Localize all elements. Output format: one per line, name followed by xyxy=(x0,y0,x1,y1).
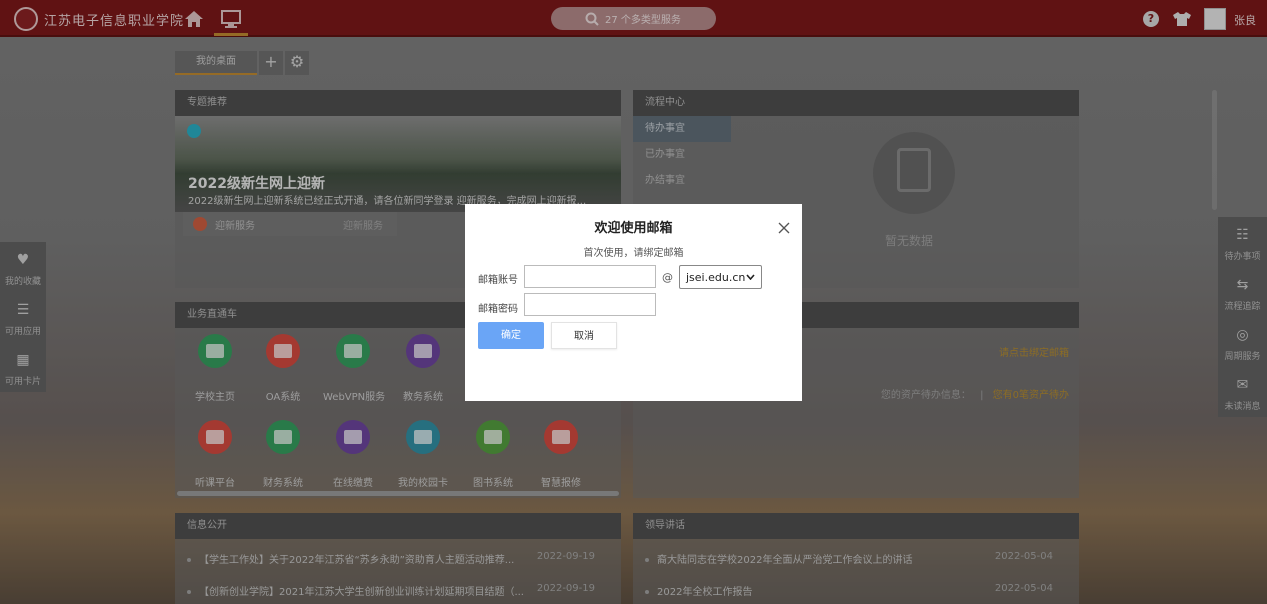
dialog-subtitle: 首次使用，请绑定邮箱 xyxy=(583,248,684,259)
domain-value: jsei.edu.cn xyxy=(686,270,746,284)
confirm-button[interactable]: 确定 xyxy=(478,322,544,349)
chevron-down-icon xyxy=(746,274,755,280)
password-label: 邮箱密码 xyxy=(478,304,518,315)
at-sign: @ xyxy=(662,271,673,284)
mail-domain-select[interactable]: jsei.edu.cn xyxy=(679,265,762,289)
account-label: 邮箱账号 xyxy=(478,275,518,286)
close-icon[interactable] xyxy=(778,222,790,234)
mail-password-input[interactable] xyxy=(524,293,656,316)
mail-account-input[interactable] xyxy=(524,265,656,288)
bind-mailbox-dialog: 欢迎使用邮箱 首次使用，请绑定邮箱 邮箱账号 @ jsei.edu.cn 邮箱密… xyxy=(465,204,802,401)
cancel-button[interactable]: 取消 xyxy=(551,322,617,349)
dialog-title: 欢迎使用邮箱 xyxy=(594,221,673,236)
